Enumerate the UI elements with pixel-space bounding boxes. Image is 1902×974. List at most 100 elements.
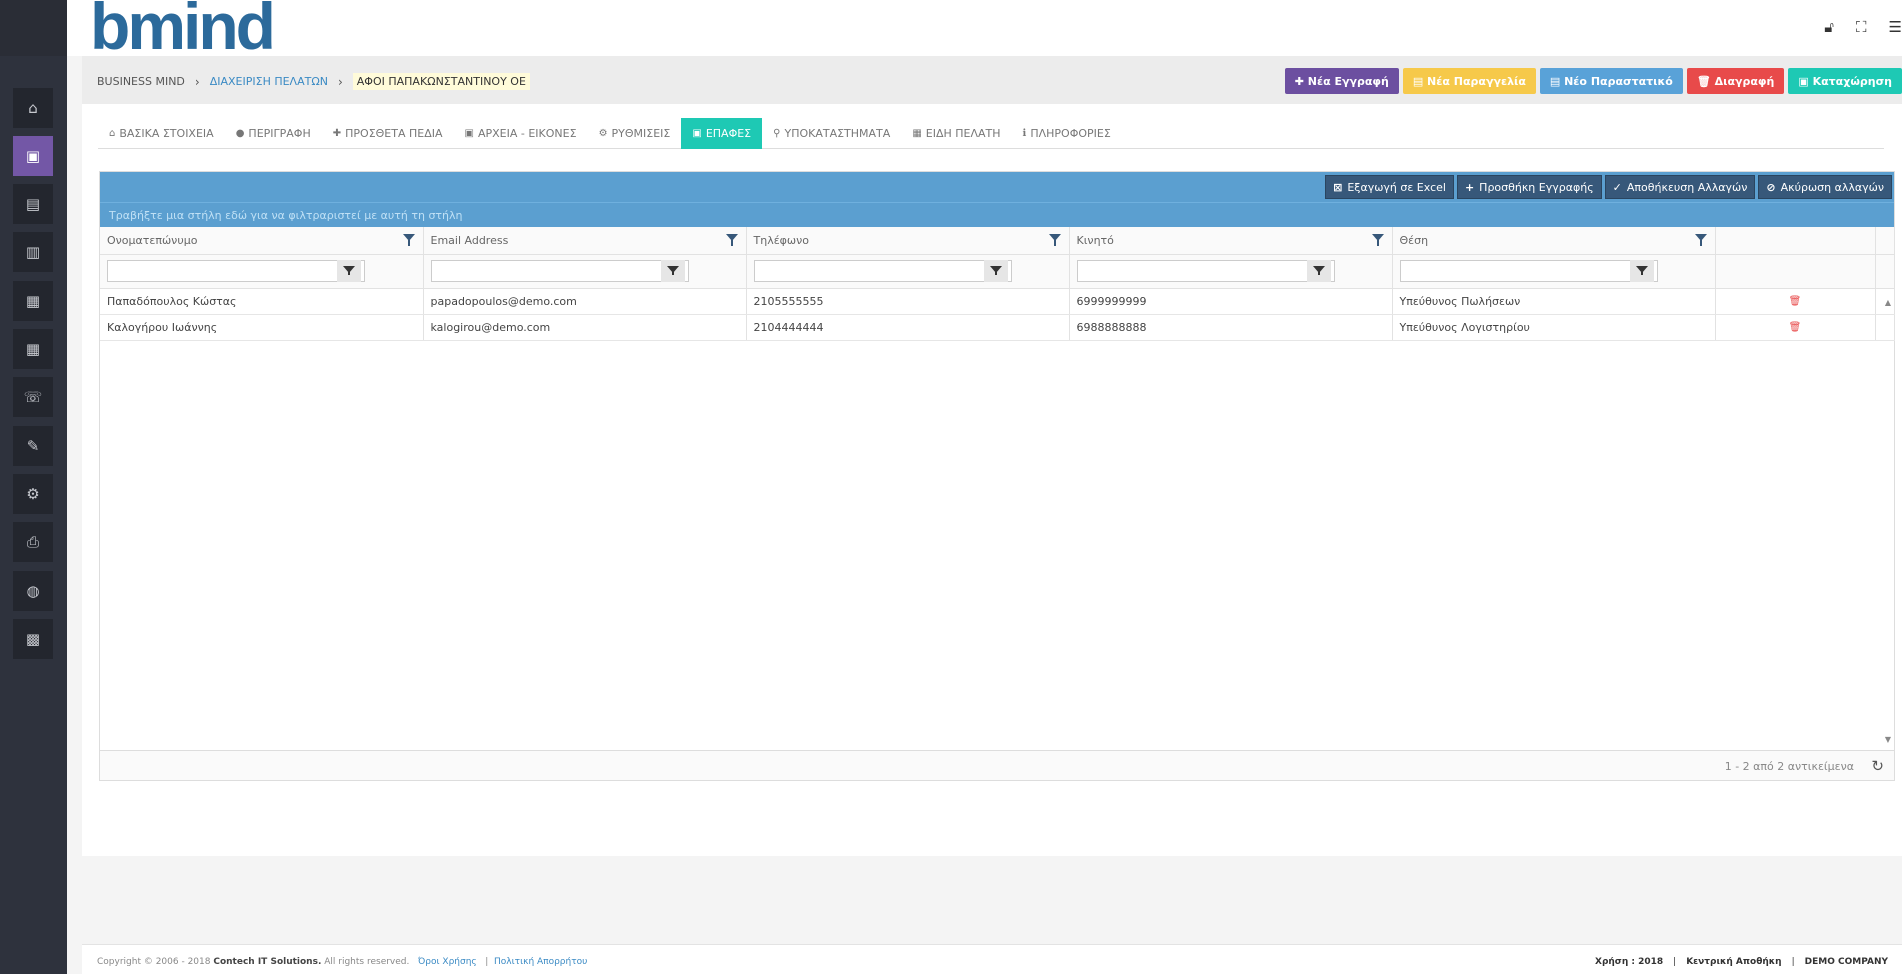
new-entry-button[interactable]: ✚ Νέα Εγγραφή — [1284, 68, 1399, 94]
filter-input-name[interactable] — [107, 260, 365, 282]
refresh-icon[interactable]: ↻ — [1871, 757, 1884, 775]
info-icon: ℹ — [1022, 128, 1027, 139]
cell-email[interactable]: kalogirou@demo.com — [423, 314, 747, 341]
content-panel: BUSINESS MIND › ΔΙΑΧΕΙΡΙΣΗ ΠΕΛΑΤΩΝ › ΑΦΟ… — [82, 56, 1902, 856]
home-icon: ⌂ — [109, 128, 116, 139]
group-by-area[interactable]: Τραβήξτε μια στήλη εδώ για να φιλτραριστ… — [100, 202, 1894, 227]
status-info: Χρήση : 2018 | Κεντρική Αποθήκη | DEMO COMPA… — [1595, 957, 1888, 967]
plus-icon: + — [1464, 180, 1475, 194]
column-header-mobile[interactable]: Κινητό — [1069, 227, 1393, 255]
grid-toolbar: ⊠ Εξαγωγή σε Excel + Προσθήκη Εγγραφής ✓ Απ… — [100, 172, 1894, 202]
menu-icon[interactable]: ☰ — [1889, 18, 1902, 36]
cell-name[interactable]: Παπαδόπουλος Κώστας — [100, 288, 424, 315]
tab-settings[interactable]: ⚙ ΡΥΘΜΙΣΕΙΣ — [588, 118, 682, 149]
tab-branches[interactable]: ⚲ ΥΠΟΚΑΤΑΣΤΗΜΑΤΑ — [762, 118, 901, 149]
sidebar-item-documents[interactable]: ▦ — [13, 281, 53, 321]
tab-files-images[interactable]: ▣ ΑΡΧΕΙΑ - ΕΙΚΟΝΕΣ — [454, 118, 588, 149]
plus-icon: ✚ — [332, 128, 342, 139]
column-label: Ονοματεπώνυμο — [107, 233, 198, 247]
sidebar-item-web[interactable]: ◍ — [13, 571, 53, 611]
tab-information[interactable]: ℹ ΠΛΗΡΟΦΟΡΙΕΣ — [1012, 118, 1122, 149]
tab-extra-fields[interactable]: ✚ ΠΡΟΣΘΕΤΑ ΠΕΔΙΑ — [322, 118, 454, 149]
filter-input-email[interactable] — [430, 260, 689, 282]
cell-mobile[interactable]: 6999999999 — [1069, 288, 1393, 315]
filter-button[interactable] — [660, 260, 685, 282]
filter-button[interactable] — [1629, 260, 1654, 282]
column-header-name[interactable]: Ονοματεπώνυμο — [100, 227, 424, 255]
cell-position[interactable]: Υπεύθυνος Πωλήσεων — [1392, 288, 1716, 315]
sidebar: ⌂ ▣ ▤ ▥ ▦ ▦ ☏ ✎ ⚙ ⎙ ◍ ▩ — [0, 0, 67, 974]
scroll-up-arrow[interactable]: ▲ — [1885, 298, 1891, 307]
delete-button[interactable]: 🗑 Διαγραφή — [1686, 68, 1785, 94]
export-excel-button[interactable]: ⊠ Εξαγωγή σε Excel — [1325, 175, 1454, 199]
calendar-icon: ▦ — [25, 340, 41, 358]
lock-icon[interactable]: 🔓︎ — [1824, 18, 1834, 36]
grid-tools: ⊠ Εξαγωγή σε Excel + Προσθήκη Εγγραφής ✓ Απ… — [1325, 175, 1892, 199]
contact-card-icon: ▣ — [692, 128, 702, 139]
sidebar-item-archive[interactable]: ▥ — [13, 232, 53, 272]
column-header-position[interactable]: Θέση — [1392, 227, 1716, 255]
cell-position[interactable]: Υπεύθυνος Λογιστηρίου — [1392, 314, 1716, 341]
sidebar-item-phone[interactable]: ☏ — [13, 377, 53, 417]
filter-cell — [746, 254, 1070, 289]
tab-customer-items[interactable]: ▦ ΕΙΔΗ ΠΕΛΑΤΗ — [901, 118, 1011, 149]
contacts-grid: ⊠ Εξαγωγή σε Excel + Προσθήκη Εγγραφής ✓ Απ… — [99, 171, 1895, 781]
sidebar-item-contacts[interactable]: ▣ — [13, 136, 53, 176]
cancel-changes-button[interactable]: ⊘ Ακύρωση αλλαγών — [1758, 175, 1892, 199]
terms-link[interactable]: Όροι Χρήσης — [418, 957, 477, 967]
save-changes-button[interactable]: ✓ Αποθήκευση Αλλαγών — [1604, 175, 1756, 199]
breadcrumb-root[interactable]: BUSINESS MIND — [97, 75, 185, 88]
tab-label: ΥΠΟΚΑΤΑΣΤΗΜΑΤΑ — [784, 127, 891, 140]
fiscal-year[interactable]: Χρήση : 2018 — [1595, 957, 1663, 967]
copyright: Copyright © 2006 - 2018 Contech IT Solut… — [97, 957, 588, 967]
sidebar-item-tools[interactable]: ✎ — [13, 426, 53, 466]
scroll-down-arrow[interactable]: ▼ — [1885, 735, 1891, 744]
copyright-company: Contech IT Solutions. — [213, 957, 322, 967]
new-document-button[interactable]: ▤ Νέο Παραστατικό — [1539, 68, 1683, 94]
tab-label: ΑΡΧΕΙΑ - ΕΙΚΟΝΕΣ — [477, 127, 577, 140]
add-record-button[interactable]: + Προσθήκη Εγγραφής — [1456, 175, 1602, 199]
cell-mobile[interactable]: 6988888888 — [1069, 314, 1393, 341]
warehouse[interactable]: Κεντρική Αποθήκη — [1686, 957, 1781, 967]
cell-email[interactable]: papadopoulos@demo.com — [423, 288, 747, 315]
fullscreen-icon[interactable]: ⛶ — [1856, 18, 1867, 36]
sidebar-item-print[interactable]: ⎙ — [13, 522, 53, 562]
add-record-label: Προσθήκη Εγγραφής — [1479, 180, 1594, 194]
cell-phone[interactable]: 2104444444 — [746, 314, 1070, 341]
table-row[interactable]: Καλογήρου Ιωάννης kalogirou@demo.com 210… — [100, 314, 1895, 341]
bmind-logo[interactable]: bmind — [90, 0, 276, 59]
company-name[interactable]: DEMO COMPANY — [1805, 957, 1888, 967]
filter-button[interactable] — [983, 260, 1008, 282]
filter-input-position[interactable] — [1399, 260, 1658, 282]
filter-icon[interactable] — [1371, 234, 1384, 246]
privacy-link[interactable]: Πολιτική Απορρήτου — [494, 957, 587, 967]
sidebar-item-home[interactable]: ⌂ — [13, 88, 53, 128]
filter-icon[interactable] — [725, 234, 738, 246]
filter-icon[interactable] — [402, 234, 415, 246]
filter-input-mobile[interactable] — [1076, 260, 1335, 282]
tab-basic-info[interactable]: ⌂ ΒΑΣΙΚΑ ΣΤΟΙΧΕΙΑ — [98, 118, 225, 149]
tab-contacts[interactable]: ▣ ΕΠΑΦΕΣ — [681, 118, 763, 149]
sidebar-item-settings[interactable]: ⚙ — [13, 474, 53, 514]
table-row[interactable]: Παπαδόπουλος Κώστας papadopoulos@demo.co… — [100, 288, 1895, 315]
sidebar-item-address-book[interactable]: ▤ — [13, 184, 53, 224]
tab-label: ΒΑΣΙΚΑ ΣΤΟΙΧΕΙΑ — [119, 127, 214, 140]
filter-icon[interactable] — [1048, 234, 1061, 246]
filter-icon[interactable] — [1694, 234, 1707, 246]
sidebar-item-business[interactable]: ▩ — [13, 619, 53, 659]
column-header-email[interactable]: Email Address — [423, 227, 747, 255]
column-label: Κινητό — [1076, 233, 1114, 247]
trash-icon[interactable]: 🗑︎ — [1723, 322, 1868, 333]
filter-button[interactable] — [1306, 260, 1331, 282]
trash-icon[interactable]: 🗑︎ — [1723, 296, 1868, 307]
filter-button[interactable] — [337, 260, 361, 282]
new-order-button[interactable]: ▤ Νέα Παραγγελία — [1402, 68, 1536, 94]
column-header-phone[interactable]: Τηλέφωνο — [746, 227, 1070, 255]
breadcrumb-section[interactable]: ΔΙΑΧΕΙΡΙΣΗ ΠΕΛΑΤΩΝ — [210, 75, 328, 88]
tab-description[interactable]: ● ΠΕΡΙΓΡΑΦΗ — [225, 118, 322, 149]
filter-input-phone[interactable] — [753, 260, 1012, 282]
save-button[interactable]: ▣ Καταχώρηση — [1788, 68, 1902, 94]
sidebar-item-calendar[interactable]: ▦ — [13, 329, 53, 369]
cell-name[interactable]: Καλογήρου Ιωάννης — [100, 314, 424, 341]
cell-phone[interactable]: 2105555555 — [746, 288, 1070, 315]
